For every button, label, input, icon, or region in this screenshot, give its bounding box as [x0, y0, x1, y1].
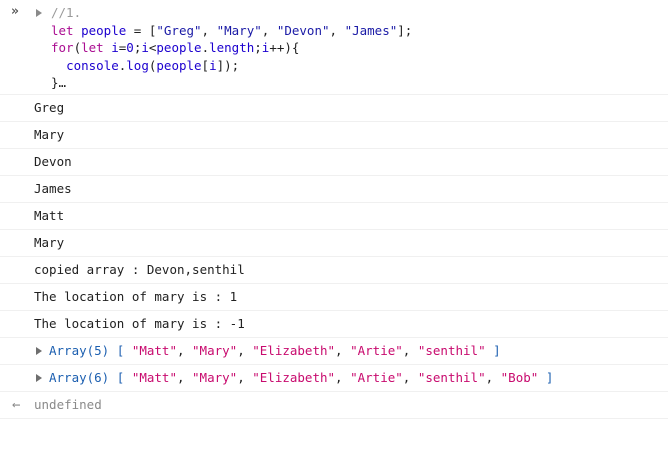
- log-row: Matt: [0, 203, 668, 230]
- array-log-row-1[interactable]: Array(5) [ "Matt", "Mary", "Elizabeth", …: [0, 338, 668, 365]
- array-item: "Mary": [192, 343, 238, 358]
- log-text: Greg: [34, 100, 65, 115]
- log-row: Devon: [0, 149, 668, 176]
- log-text: Matt: [34, 208, 65, 223]
- devtools-console: » //1. let people = ["Greg", "Mary", "De…: [0, 0, 668, 422]
- code-line-3: for(let i=0;i<people.length;i++){: [51, 40, 300, 55]
- expand-triangle-icon[interactable]: [36, 374, 42, 382]
- code-block: //1. let people = ["Greg", "Mary", "Devo…: [51, 4, 412, 92]
- log-row: Mary: [0, 122, 668, 149]
- log-row: Mary: [0, 230, 668, 257]
- array-label: Array(5): [49, 343, 110, 358]
- array-item: "Elizabeth": [252, 343, 336, 358]
- array-log-row-2[interactable]: Array(6) [ "Matt", "Mary", "Elizabeth", …: [0, 365, 668, 392]
- result-row: ← undefined: [0, 392, 668, 419]
- array-item: "Artie": [350, 343, 403, 358]
- log-row: Greg: [0, 95, 668, 122]
- console-input-entry[interactable]: » //1. let people = ["Greg", "Mary", "De…: [0, 0, 668, 95]
- log-text: Mary: [34, 127, 65, 142]
- array-preview: Array(5) [ "Matt", "Mary", "Elizabeth", …: [49, 343, 501, 358]
- log-text: The location of mary is : 1: [34, 289, 238, 304]
- array-item: "Artie": [350, 370, 403, 385]
- log-text: Mary: [34, 235, 65, 250]
- log-text: copied array : Devon,senthil: [34, 262, 245, 277]
- prompt-chevron-icon: »: [11, 4, 19, 19]
- code-line-2: let people = ["Greg", "Mary", "Devon", "…: [51, 22, 413, 38]
- expand-triangle-icon[interactable]: [36, 347, 42, 355]
- log-row: copied array : Devon,senthil: [0, 257, 668, 284]
- log-text: The location of mary is : -1: [34, 316, 245, 331]
- array-item: "Mary": [192, 370, 238, 385]
- log-row: The location of mary is : -1: [0, 311, 668, 338]
- array-item: "senthil": [417, 370, 486, 385]
- array-item: "senthil": [417, 343, 486, 358]
- array-item: "Matt": [131, 343, 177, 358]
- log-text: James: [34, 181, 72, 196]
- expand-caret-icon[interactable]: [36, 9, 42, 17]
- log-text: Devon: [34, 154, 72, 169]
- code-line-4: console.log(people[i]);: [66, 57, 240, 73]
- code-line-5: }…: [51, 75, 67, 90]
- array-label: Array(6): [49, 370, 110, 385]
- log-row: James: [0, 176, 668, 203]
- log-row: The location of mary is : 1: [0, 284, 668, 311]
- return-arrow-icon: ←: [12, 397, 21, 413]
- array-item: "Elizabeth": [252, 370, 336, 385]
- array-preview: Array(6) [ "Matt", "Mary", "Elizabeth", …: [49, 370, 554, 385]
- array-item: "Bob": [500, 370, 539, 385]
- result-value: undefined: [34, 397, 102, 412]
- code-line-1: //1.: [51, 5, 82, 20]
- array-item: "Matt": [131, 370, 177, 385]
